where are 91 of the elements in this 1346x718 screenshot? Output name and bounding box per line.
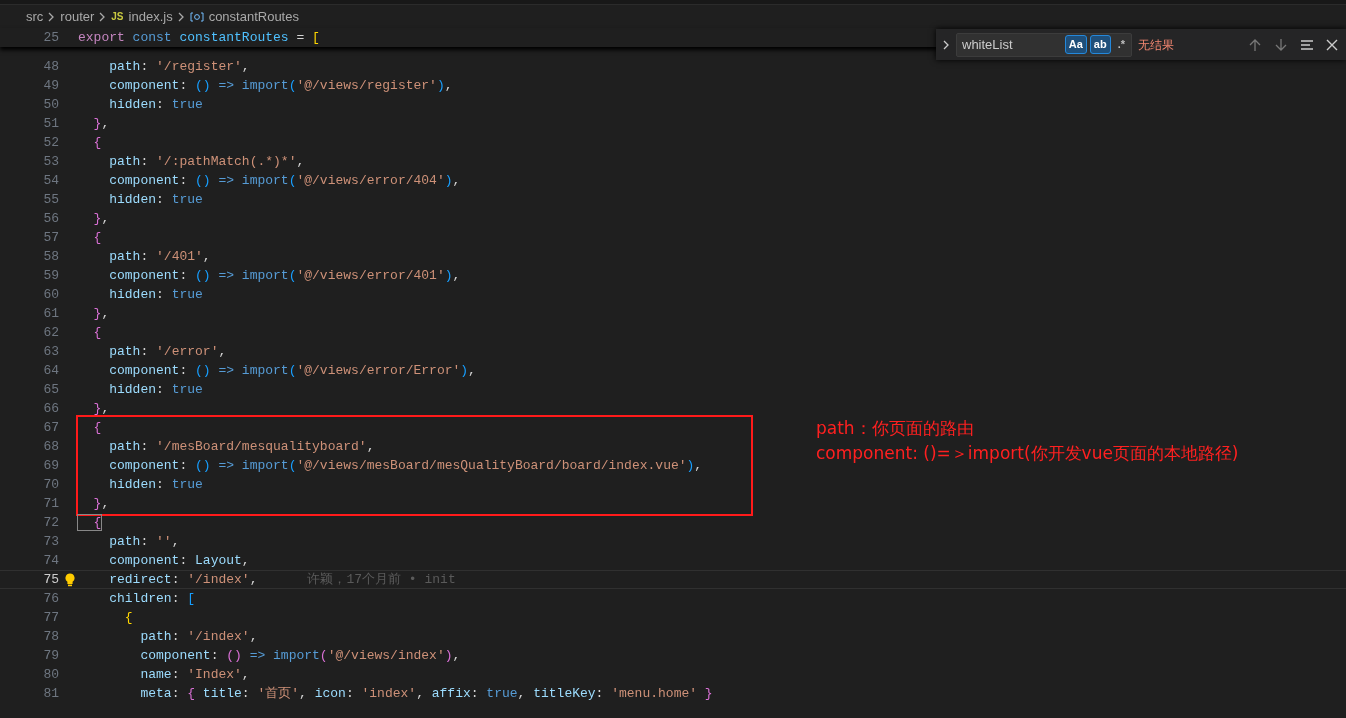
line-number: 73 bbox=[42, 532, 60, 551]
code-line: path: '/:pathMatch(.*)*', bbox=[108, 152, 305, 171]
line-number: 51 bbox=[42, 114, 60, 133]
code-line: hidden: true bbox=[108, 285, 203, 304]
line-number: 76 bbox=[42, 589, 60, 608]
line-number: 78 bbox=[42, 627, 60, 646]
code-line: }, bbox=[92, 494, 110, 513]
code-line: component: () => import('@/views/register'), bbox=[108, 76, 453, 95]
line-number: 63 bbox=[42, 342, 60, 361]
lightbulb-icon[interactable] bbox=[64, 572, 75, 587]
code-line: children: [ bbox=[108, 589, 196, 608]
line-number: 71 bbox=[42, 494, 60, 513]
line-number: 61 bbox=[42, 304, 60, 323]
chevron-right-icon bbox=[99, 11, 107, 22]
code-line: { bbox=[123, 608, 133, 627]
code-line: redirect: '/index', bbox=[108, 570, 258, 589]
line-number: 69 bbox=[42, 456, 60, 475]
code-line: path: '/index', bbox=[139, 627, 258, 646]
find-option-toggle[interactable]: Aa bbox=[1064, 35, 1087, 54]
line-number: 65 bbox=[42, 380, 60, 399]
code-line: export const constantRoutes = [ bbox=[78, 28, 320, 47]
code-line: }, bbox=[92, 304, 110, 323]
line-number: 81 bbox=[42, 684, 60, 703]
code-line: meta: { title: '首页', icon: 'index', affix: true, titleKey: 'menu.home' } bbox=[139, 684, 713, 703]
line-number: 66 bbox=[42, 399, 60, 418]
line-number: 77 bbox=[42, 608, 60, 627]
line-number: 50 bbox=[42, 95, 60, 114]
code-line: { bbox=[92, 323, 102, 342]
line-number: 25 bbox=[42, 28, 60, 47]
line-number: 62 bbox=[42, 323, 60, 342]
line-number: 64 bbox=[42, 361, 60, 380]
code-line: path: '', bbox=[108, 532, 180, 551]
code-line: component: Layout, bbox=[108, 551, 250, 570]
code-line: hidden: true bbox=[108, 95, 203, 114]
find-input[interactable]: whiteList Aa ab .* bbox=[956, 32, 1132, 57]
line-number: 57 bbox=[42, 228, 60, 247]
code-line: }, bbox=[92, 114, 110, 133]
code-line: path: '/401', bbox=[108, 247, 211, 266]
breadcrumb-item[interactable]: src bbox=[26, 6, 44, 27]
code-line: hidden: true bbox=[108, 475, 203, 494]
file-type-label: JS bbox=[111, 10, 124, 24]
breadcrumb-item[interactable]: constantRoutes bbox=[208, 6, 299, 27]
line-number: 55 bbox=[42, 190, 60, 209]
code-line: { bbox=[92, 133, 102, 152]
annotation-text: path：你页面的路由 bbox=[816, 417, 975, 440]
code-line: hidden: true bbox=[108, 190, 203, 209]
code-line: component: () => import('@/views/mesBoard/mesQualityBoard/board/index.vue'), bbox=[108, 456, 703, 475]
line-number: 67 bbox=[42, 418, 60, 437]
line-number: 79 bbox=[42, 646, 60, 665]
line-number: 68 bbox=[42, 437, 60, 456]
find-result-text: 无结果 bbox=[1138, 36, 1174, 54]
code-line: path: '/register', bbox=[108, 57, 250, 76]
find-option-toggle[interactable]: .* bbox=[1113, 35, 1129, 54]
breadcrumb-item[interactable]: router bbox=[60, 6, 95, 27]
breadcrumb-item[interactable]: index.js bbox=[128, 6, 173, 27]
line-number: 54 bbox=[42, 171, 60, 190]
code-line: }, bbox=[92, 209, 110, 228]
line-number: 49 bbox=[42, 76, 60, 95]
arrow-up-icon[interactable] bbox=[1248, 37, 1262, 52]
code-line: path: '/mesBoard/mesqualityboard', bbox=[108, 437, 375, 456]
code-line: { bbox=[92, 418, 102, 437]
line-number: 74 bbox=[42, 551, 60, 570]
code-line: path: '/error', bbox=[108, 342, 227, 361]
chevron-right-icon bbox=[48, 11, 56, 22]
line-number: 75 bbox=[42, 570, 60, 589]
arrow-down-icon[interactable] bbox=[1274, 37, 1288, 52]
code-line: { bbox=[92, 228, 102, 247]
find-option-toggle[interactable]: ab bbox=[1089, 35, 1111, 54]
line-number: 58 bbox=[42, 247, 60, 266]
line-number: 53 bbox=[42, 152, 60, 171]
line-number: 56 bbox=[42, 209, 60, 228]
code-line: component: () => import('@/views/index'), bbox=[139, 646, 461, 665]
line-number: 70 bbox=[42, 475, 60, 494]
code-line: hidden: true bbox=[108, 380, 203, 399]
line-number: 52 bbox=[42, 133, 60, 152]
close-icon[interactable] bbox=[1326, 38, 1338, 51]
code-line: component: () => import('@/views/error/401'), bbox=[108, 266, 461, 285]
code-line: { bbox=[78, 512, 102, 533]
line-number: 48 bbox=[42, 57, 60, 76]
line-number: 72 bbox=[42, 513, 60, 532]
lines-icon[interactable] bbox=[1300, 38, 1314, 51]
variable-icon bbox=[189, 11, 204, 22]
code-line: name: 'Index', bbox=[139, 665, 250, 684]
code-line: component: () => import('@/views/error/Error'), bbox=[108, 361, 476, 380]
code-line: component: () => import('@/views/error/404'), bbox=[108, 171, 461, 190]
chevron-right-icon bbox=[177, 11, 185, 22]
line-number: 80 bbox=[42, 665, 60, 684]
line-number: 59 bbox=[42, 266, 60, 285]
annotation-text: component: ()=＞import(你开发vue页面的本地路径) bbox=[816, 442, 1239, 465]
code-line: }, bbox=[92, 399, 110, 418]
line-number: 60 bbox=[42, 285, 60, 304]
